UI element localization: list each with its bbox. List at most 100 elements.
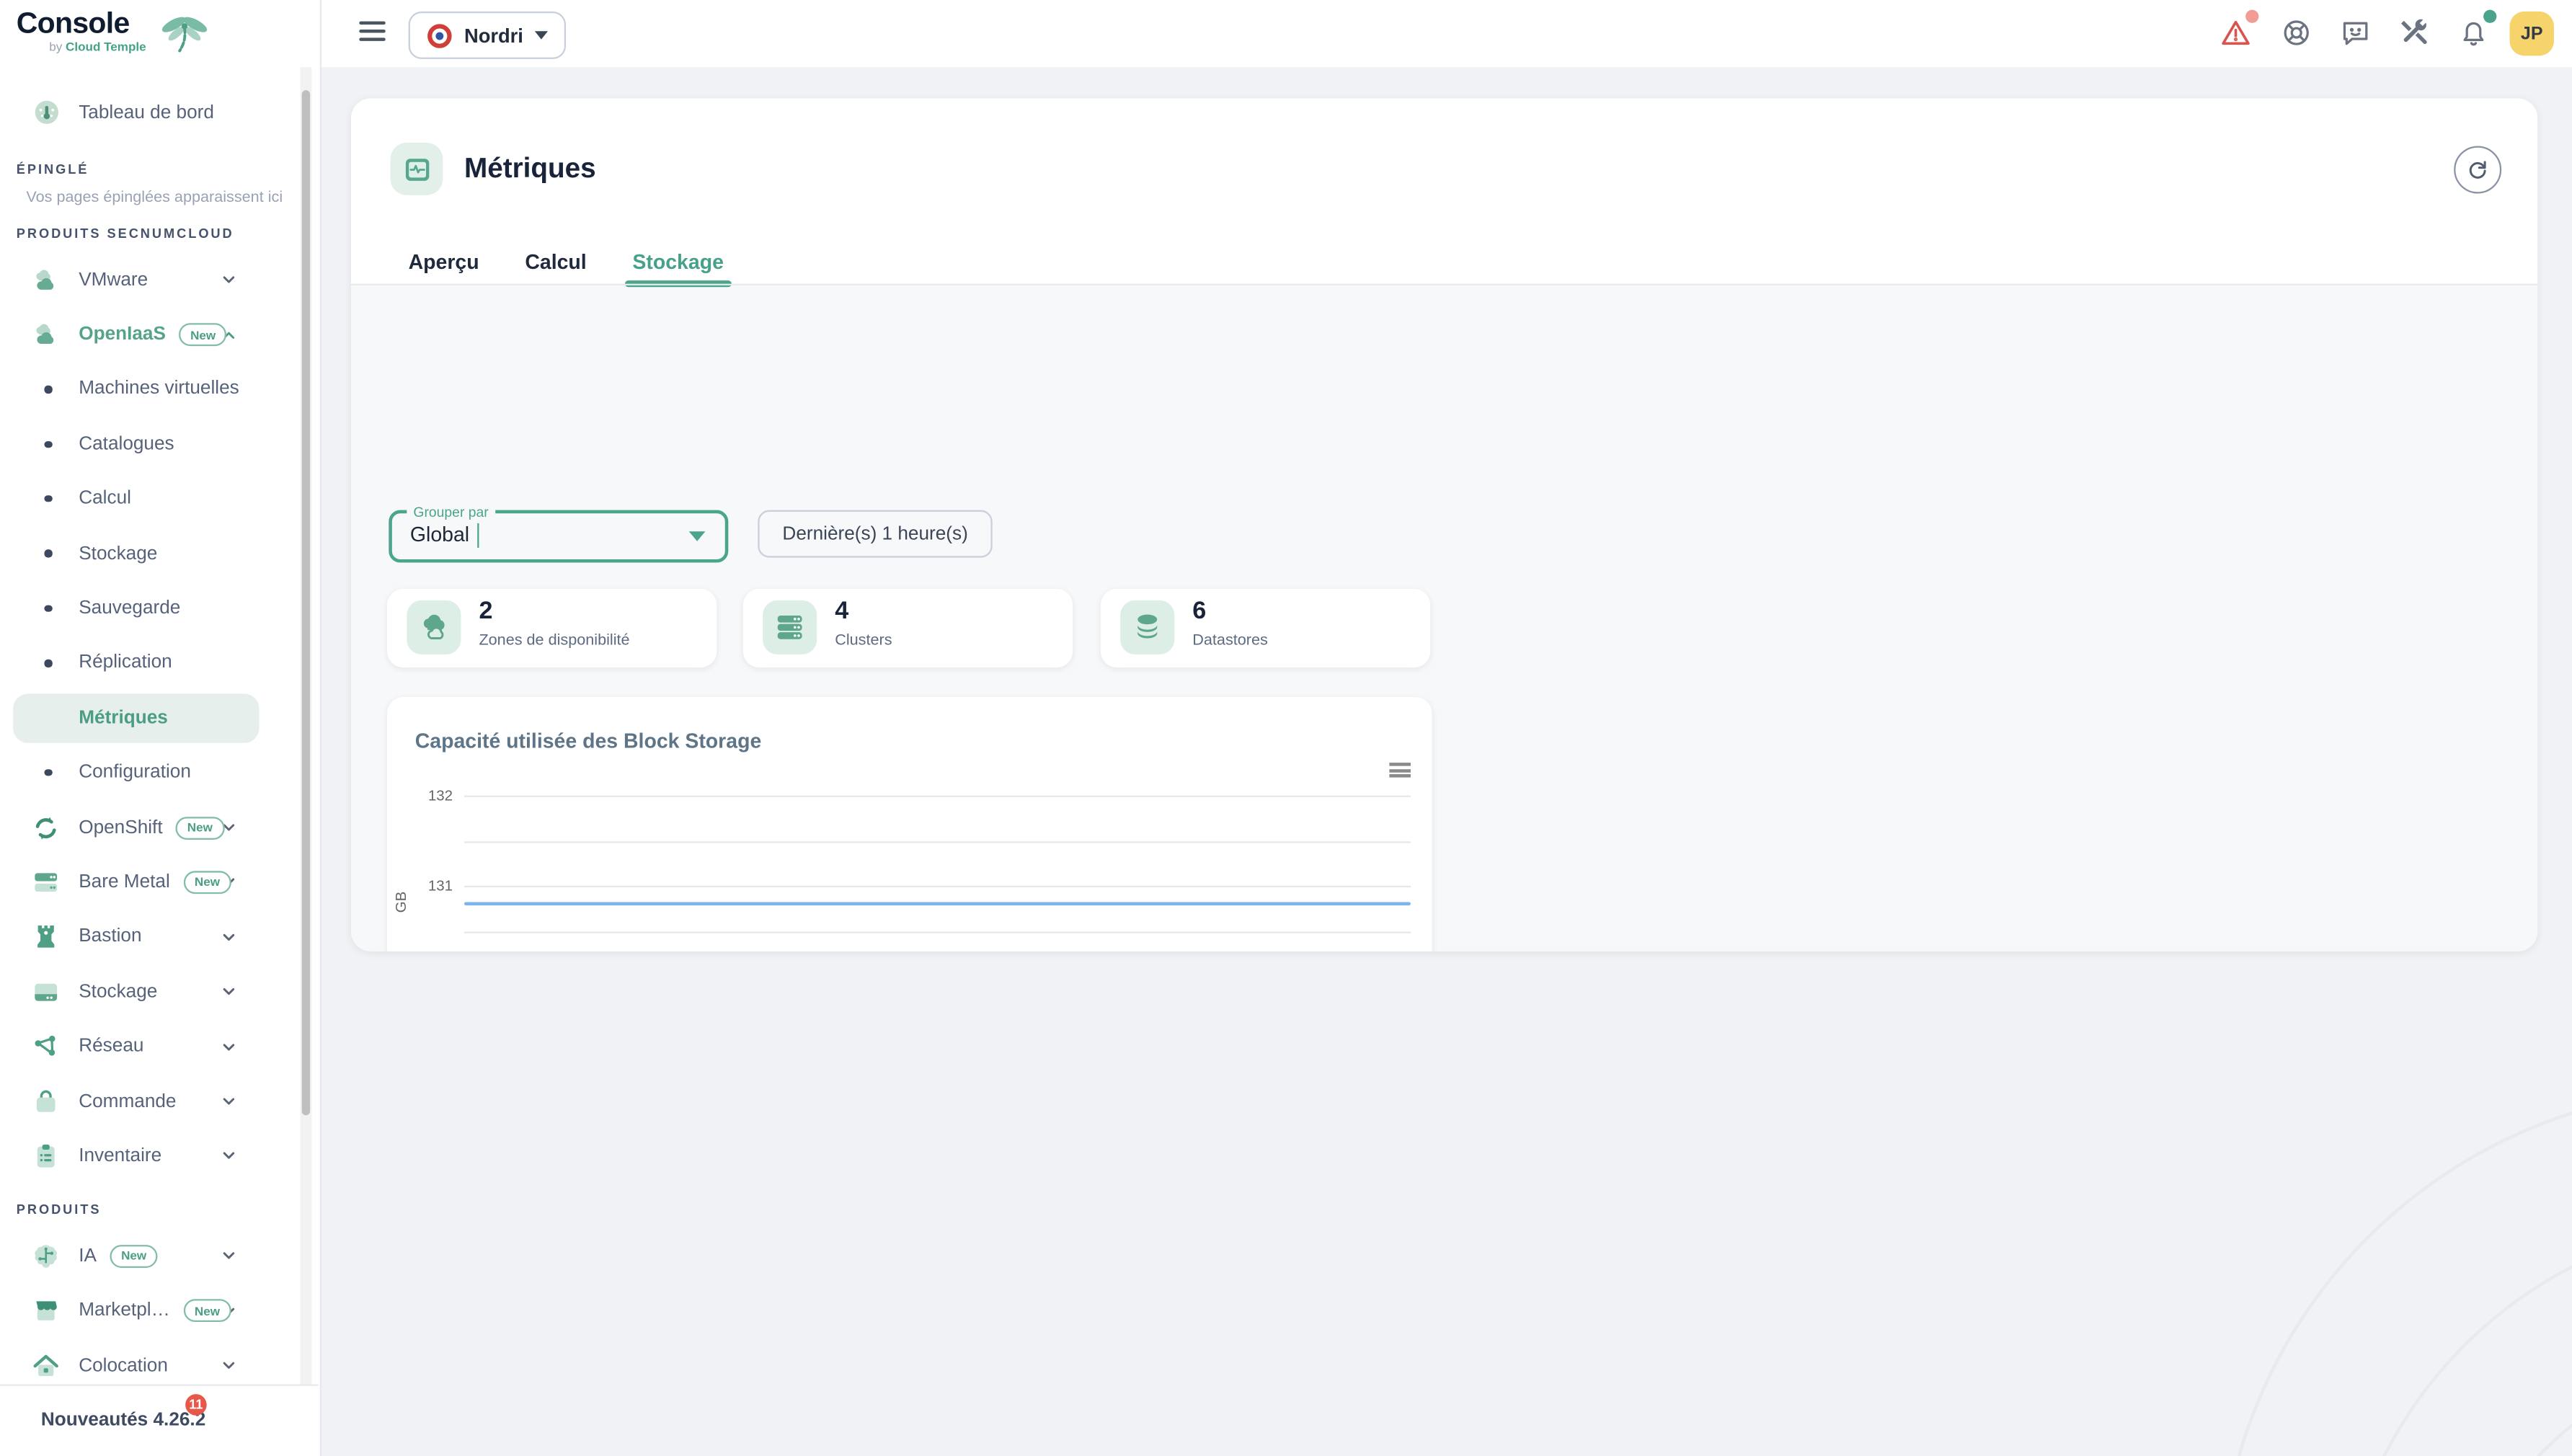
feedback-icon[interactable]	[2339, 17, 2372, 50]
new-badge: New	[179, 323, 227, 346]
chevron-down-icon	[220, 983, 238, 1001]
sidebar-item-machines-virtuelles[interactable]: Machines virtuelles	[0, 362, 300, 417]
datastores-icon	[1120, 600, 1174, 654]
sidebar-item-label: IA	[79, 1246, 97, 1266]
sidebar-item-inventaire[interactable]: Inventaire	[0, 1129, 300, 1184]
ia-icon	[31, 1241, 61, 1271]
sidebar-item-sauvegarde[interactable]: Sauvegarde	[0, 581, 300, 636]
stat-value: 2	[479, 597, 492, 625]
stat-value: 6	[1192, 597, 1206, 625]
chart-gridline	[464, 886, 1411, 887]
stat-card-clusters: 4Clusters	[743, 589, 1073, 667]
sidebar-item-stockage[interactable]: Stockage	[0, 526, 300, 581]
dropdown-arrow-icon	[689, 531, 706, 541]
tenant-selector-button[interactable]: Nordri	[409, 12, 566, 59]
user-avatar[interactable]: JP	[2510, 12, 2554, 56]
bullet-icon	[44, 495, 51, 502]
sidebar-item-label: Bare Metal	[79, 873, 170, 892]
vmware-icon	[31, 265, 61, 295]
sidebar-item-bastion[interactable]: Bastion	[0, 910, 300, 964]
bullet-icon	[44, 769, 51, 776]
sidebar-item-commande[interactable]: Commande	[0, 1074, 300, 1129]
notifications-icon[interactable]	[2457, 17, 2491, 50]
openshift-icon	[31, 813, 61, 843]
chevron-down-icon	[535, 31, 548, 39]
sidebar-item-label: Calcul	[79, 489, 131, 509]
new-badge: New	[110, 1245, 158, 1268]
sidebar-item-label: Commande	[79, 1091, 176, 1111]
sidebar: Console by Cloud Temple Tableau de bordÉ…	[0, 0, 322, 1456]
chevron-down-icon	[220, 928, 238, 946]
bullet-icon	[44, 605, 51, 612]
clusters-icon	[763, 600, 817, 654]
bullet-icon	[44, 386, 51, 393]
tab-apercu[interactable]: Aperçu	[409, 239, 479, 283]
topbar: Nordri JP	[320, 0, 2572, 67]
sidebar-item-label: Catalogues	[79, 435, 174, 454]
page-title: Métriques	[464, 153, 596, 186]
alerts-icon[interactable]	[2220, 17, 2253, 50]
sidebar-item-calcul[interactable]: Calcul	[0, 471, 300, 526]
menu-toggle-button[interactable]	[359, 22, 385, 45]
chevron-down-icon	[220, 1038, 238, 1056]
chart-gridline	[464, 840, 1411, 842]
alerts-badge	[2245, 10, 2258, 23]
sidebar-item-label: Tableau de bord	[79, 103, 214, 123]
sidebar-item-bare-metal[interactable]: Bare MetalNew	[0, 855, 300, 910]
inventaire-icon	[31, 1142, 61, 1171]
metrics-page-card: Grouper par Global Dernière(s) 1 heure(s…	[351, 99, 2537, 951]
card-body: Grouper par Global Dernière(s) 1 heure(s…	[351, 285, 2537, 951]
stat-label: Zones de disponibilité	[479, 631, 629, 649]
tableau-de-bord-icon	[31, 98, 61, 128]
notifications-badge	[2483, 10, 2496, 23]
block-storage-chart-card: Capacité utilisée des Block Storage 1321…	[387, 697, 1432, 951]
colocation-icon	[31, 1351, 61, 1380]
cloud-zones-icon	[407, 600, 461, 654]
tab-calcul[interactable]: Calcul	[525, 239, 586, 283]
sidebar-item-ia[interactable]: IA New	[0, 1229, 300, 1284]
sidebar-item-openshift[interactable]: OpenShiftNew	[0, 800, 300, 855]
brand-logo[interactable]: Console by Cloud Temple	[17, 8, 312, 67]
time-range-button[interactable]: Dernière(s) 1 heure(s)	[758, 510, 993, 558]
tab-bar: Aperçu Calcul Stockage	[409, 239, 724, 283]
support-icon[interactable]	[2280, 17, 2313, 50]
whats-new-link[interactable]: Nouveautés 4.26.2	[41, 1411, 205, 1430]
series-line-capacite-utilisee[interactable]	[464, 902, 1411, 906]
sidebar-item-vmware[interactable]: VMware	[0, 252, 300, 307]
sidebar-item-configuration[interactable]: Configuration	[0, 745, 300, 800]
bullet-icon	[44, 660, 51, 667]
sidebar-item-tableau-de-bord[interactable]: Tableau de bord	[0, 85, 300, 140]
sidebar-item-replication[interactable]: Réplication	[0, 636, 300, 691]
reseau-icon	[31, 1032, 61, 1062]
chart-context-menu-button[interactable]	[1389, 763, 1411, 779]
refresh-icon	[2465, 157, 2490, 182]
console-app: Console by Cloud Temple Tableau de bordÉ…	[0, 0, 2572, 1456]
sidebar-scrollbar-thumb[interactable]	[302, 90, 310, 1115]
group-by-select[interactable]: Grouper par Global	[389, 510, 728, 563]
sidebar-item-stockage[interactable]: Stockage	[0, 964, 300, 1019]
new-badge: New	[183, 1300, 231, 1323]
openiaas-icon	[31, 320, 61, 350]
sidebar-item-metriques[interactable]: Métriques	[0, 691, 300, 745]
admin-tools-icon[interactable]	[2398, 17, 2431, 50]
bastion-icon	[31, 923, 61, 952]
tab-divider	[351, 284, 2537, 285]
sidebar-item-label: OpenShift	[79, 818, 162, 838]
sidebar-footer[interactable]: Nouveautés 4.26.2 11	[0, 1385, 318, 1456]
sidebar-item-label: OpenIaaS	[79, 325, 166, 345]
marketpl-icon	[31, 1296, 61, 1326]
sidebar-nav: Tableau de bordÉPINGLÉVos pages épinglée…	[0, 85, 300, 1393]
y-axis-title: GB	[393, 892, 409, 913]
sidebar-item-label: Inventaire	[79, 1146, 161, 1166]
sidebar-item-reseau[interactable]: Réseau	[0, 1019, 300, 1074]
sidebar-item-marketpl[interactable]: Marketpl…New	[0, 1284, 300, 1339]
whats-new-count-badge: 11	[185, 1394, 207, 1416]
sidebar-item-catalogues[interactable]: Catalogues	[0, 417, 300, 471]
sidebar-item-label: Stockage	[79, 982, 157, 1001]
sidebar-item-label: Métriques	[79, 709, 168, 728]
y-axis-label: 132	[387, 787, 453, 804]
tab-stockage[interactable]: Stockage	[632, 239, 724, 283]
metrics-page-icon	[391, 143, 443, 195]
sidebar-item-openiaas[interactable]: OpenIaaS New	[0, 307, 300, 362]
refresh-button[interactable]	[2454, 146, 2501, 194]
